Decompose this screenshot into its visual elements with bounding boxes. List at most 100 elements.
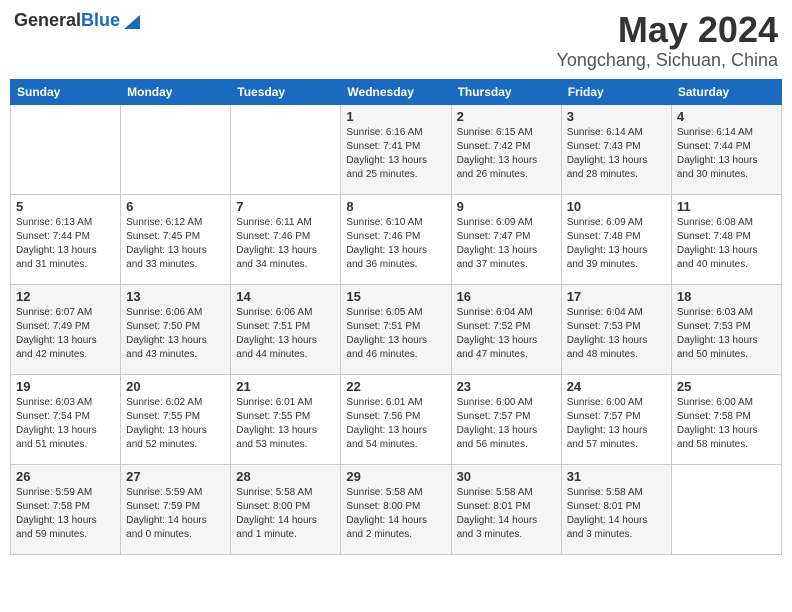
- weekday-header: Saturday: [671, 79, 781, 104]
- day-info: Sunrise: 6:05 AMSunset: 7:51 PMDaylight:…: [346, 306, 445, 362]
- calendar-cell: 29 Sunrise: 5:58 AMSunset: 8:00 PMDayligh…: [341, 464, 451, 554]
- calendar-cell: 12 Sunrise: 6:07 AMSunset: 7:49 PMDayligh…: [11, 284, 121, 374]
- day-info: Sunrise: 6:06 AMSunset: 7:50 PMDaylight:…: [126, 306, 225, 362]
- day-number: 16: [457, 289, 556, 304]
- day-number: 26: [16, 469, 115, 484]
- day-number: 17: [567, 289, 666, 304]
- day-number: 29: [346, 469, 445, 484]
- day-info: Sunrise: 5:58 AMSunset: 8:00 PMDaylight:…: [236, 486, 335, 542]
- calendar-cell: 3 Sunrise: 6:14 AMSunset: 7:43 PMDaylight…: [561, 104, 671, 194]
- calendar-cell: 8 Sunrise: 6:10 AMSunset: 7:46 PMDaylight…: [341, 194, 451, 284]
- day-number: 10: [567, 199, 666, 214]
- calendar-cell: 17 Sunrise: 6:04 AMSunset: 7:53 PMDayligh…: [561, 284, 671, 374]
- day-info: Sunrise: 6:13 AMSunset: 7:44 PMDaylight:…: [16, 216, 115, 272]
- day-info: Sunrise: 6:15 AMSunset: 7:42 PMDaylight:…: [457, 126, 556, 182]
- calendar-cell: [121, 104, 231, 194]
- calendar-cell: 19 Sunrise: 6:03 AMSunset: 7:54 PMDayligh…: [11, 374, 121, 464]
- calendar-cell: 31 Sunrise: 5:58 AMSunset: 8:01 PMDayligh…: [561, 464, 671, 554]
- calendar-cell: 14 Sunrise: 6:06 AMSunset: 7:51 PMDayligh…: [231, 284, 341, 374]
- day-number: 2: [457, 109, 556, 124]
- logo: GeneralBlue: [14, 10, 142, 31]
- day-number: 21: [236, 379, 335, 394]
- day-number: 9: [457, 199, 556, 214]
- day-info: Sunrise: 6:16 AMSunset: 7:41 PMDaylight:…: [346, 126, 445, 182]
- day-info: Sunrise: 5:59 AMSunset: 7:59 PMDaylight:…: [126, 486, 225, 542]
- calendar-cell: 28Sunrise: 5:58 AMSunset: 8:00 PMDayligh…: [231, 464, 341, 554]
- day-number: 6: [126, 199, 225, 214]
- calendar-cell: 25Sunrise: 6:00 AMSunset: 7:58 PMDayligh…: [671, 374, 781, 464]
- day-info: Sunrise: 5:59 AMSunset: 7:58 PMDaylight:…: [16, 486, 115, 542]
- calendar-cell: 4Sunrise: 6:14 AMSunset: 7:44 PMDaylight…: [671, 104, 781, 194]
- calendar-cell: 18Sunrise: 6:03 AMSunset: 7:53 PMDayligh…: [671, 284, 781, 374]
- day-number: 1: [346, 109, 445, 124]
- day-info: Sunrise: 6:02 AMSunset: 7:55 PMDaylight:…: [126, 396, 225, 452]
- day-info: Sunrise: 5:58 AMSunset: 8:01 PMDaylight:…: [457, 486, 556, 542]
- day-info: Sunrise: 6:06 AMSunset: 7:51 PMDaylight:…: [236, 306, 335, 362]
- month-title: May 2024: [556, 10, 778, 50]
- logo-blue: Blue: [81, 10, 120, 30]
- calendar-cell: 7 Sunrise: 6:11 AMSunset: 7:46 PMDaylight…: [231, 194, 341, 284]
- day-number: 30: [457, 469, 556, 484]
- calendar-table: SundayMondayTuesdayWednesdayThursdayFrid…: [10, 79, 782, 555]
- day-number: 4: [677, 109, 776, 124]
- calendar-cell: 5 Sunrise: 6:13 AMSunset: 7:44 PMDaylight…: [11, 194, 121, 284]
- day-number: 22: [346, 379, 445, 394]
- calendar-cell: 11Sunrise: 6:08 AMSunset: 7:48 PMDayligh…: [671, 194, 781, 284]
- day-number: 19: [16, 379, 115, 394]
- day-number: 20: [126, 379, 225, 394]
- day-info: Sunrise: 6:10 AMSunset: 7:46 PMDaylight:…: [346, 216, 445, 272]
- calendar-cell: 30 Sunrise: 5:58 AMSunset: 8:01 PMDayligh…: [451, 464, 561, 554]
- calendar-cell: 15 Sunrise: 6:05 AMSunset: 7:51 PMDayligh…: [341, 284, 451, 374]
- calendar-cell: 24 Sunrise: 6:00 AMSunset: 7:57 PMDayligh…: [561, 374, 671, 464]
- day-number: 12: [16, 289, 115, 304]
- calendar-cell: 1 Sunrise: 6:16 AMSunset: 7:41 PMDaylight…: [341, 104, 451, 194]
- day-info: Sunrise: 6:14 AMSunset: 7:43 PMDaylight:…: [567, 126, 666, 182]
- day-number: 7: [236, 199, 335, 214]
- calendar-cell: 26 Sunrise: 5:59 AMSunset: 7:58 PMDayligh…: [11, 464, 121, 554]
- day-number: 3: [567, 109, 666, 124]
- calendar-cell: 2 Sunrise: 6:15 AMSunset: 7:42 PMDaylight…: [451, 104, 561, 194]
- calendar-cell: 27Sunrise: 5:59 AMSunset: 7:59 PMDayligh…: [121, 464, 231, 554]
- day-info: Sunrise: 6:04 AMSunset: 7:53 PMDaylight:…: [567, 306, 666, 362]
- calendar-cell: 23 Sunrise: 6:00 AMSunset: 7:57 PMDayligh…: [451, 374, 561, 464]
- day-info: Sunrise: 6:11 AMSunset: 7:46 PMDaylight:…: [236, 216, 335, 272]
- day-info: Sunrise: 6:00 AMSunset: 7:58 PMDaylight:…: [677, 396, 776, 452]
- day-number: 8: [346, 199, 445, 214]
- day-info: Sunrise: 5:58 AMSunset: 8:00 PMDaylight:…: [346, 486, 445, 542]
- day-number: 23: [457, 379, 556, 394]
- day-info: Sunrise: 6:00 AMSunset: 7:57 PMDaylight:…: [457, 396, 556, 452]
- day-info: Sunrise: 6:01 AMSunset: 7:56 PMDaylight:…: [346, 396, 445, 452]
- day-info: Sunrise: 6:07 AMSunset: 7:49 PMDaylight:…: [16, 306, 115, 362]
- calendar-cell: [231, 104, 341, 194]
- calendar-cell: [11, 104, 121, 194]
- title-block: May 2024 Yongchang, Sichuan, China: [556, 10, 778, 71]
- day-info: Sunrise: 6:03 AMSunset: 7:53 PMDaylight:…: [677, 306, 776, 362]
- calendar-cell: [671, 464, 781, 554]
- day-info: Sunrise: 6:01 AMSunset: 7:55 PMDaylight:…: [236, 396, 335, 452]
- calendar-cell: 20 Sunrise: 6:02 AMSunset: 7:55 PMDayligh…: [121, 374, 231, 464]
- logo-icon: [122, 11, 142, 31]
- day-number: 5: [16, 199, 115, 214]
- page-header: GeneralBlue May 2024 Yongchang, Sichuan,…: [10, 10, 782, 71]
- calendar-cell: 9Sunrise: 6:09 AMSunset: 7:47 PMDaylight…: [451, 194, 561, 284]
- calendar-cell: 6 Sunrise: 6:12 AMSunset: 7:45 PMDaylight…: [121, 194, 231, 284]
- weekday-header: Friday: [561, 79, 671, 104]
- day-number: 13: [126, 289, 225, 304]
- day-info: Sunrise: 6:04 AMSunset: 7:52 PMDaylight:…: [457, 306, 556, 362]
- day-info: Sunrise: 5:58 AMSunset: 8:01 PMDaylight:…: [567, 486, 666, 542]
- day-info: Sunrise: 6:03 AMSunset: 7:54 PMDaylight:…: [16, 396, 115, 452]
- weekday-header: Monday: [121, 79, 231, 104]
- weekday-header: Sunday: [11, 79, 121, 104]
- weekday-header: Wednesday: [341, 79, 451, 104]
- day-number: 14: [236, 289, 335, 304]
- day-info: Sunrise: 6:00 AMSunset: 7:57 PMDaylight:…: [567, 396, 666, 452]
- day-number: 24: [567, 379, 666, 394]
- day-number: 15: [346, 289, 445, 304]
- logo-general: General: [14, 10, 81, 30]
- day-number: 31: [567, 469, 666, 484]
- calendar-cell: 10Sunrise: 6:09 AMSunset: 7:48 PMDayligh…: [561, 194, 671, 284]
- day-info: Sunrise: 6:12 AMSunset: 7:45 PMDaylight:…: [126, 216, 225, 272]
- calendar-cell: 16 Sunrise: 6:04 AMSunset: 7:52 PMDayligh…: [451, 284, 561, 374]
- location-title: Yongchang, Sichuan, China: [556, 50, 778, 71]
- weekday-header: Tuesday: [231, 79, 341, 104]
